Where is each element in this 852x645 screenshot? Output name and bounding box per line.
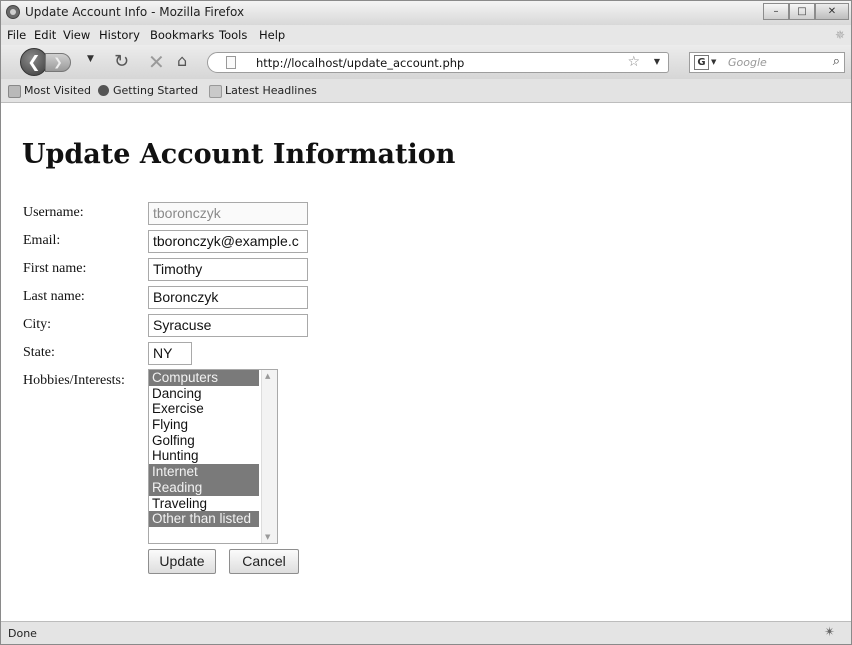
bookmarks-toolbar: Most Visited Getting Started Latest Head… bbox=[1, 79, 851, 103]
browser-window: Update Account Info - Mozilla Firefox – … bbox=[0, 0, 852, 645]
navigation-toolbar: ❮ ❯ ▼ ↻ ✕ ⌂ http://localhost/update_acco… bbox=[1, 45, 851, 79]
hobby-option[interactable]: Dancing bbox=[149, 386, 259, 402]
minimize-button[interactable]: – bbox=[763, 3, 789, 20]
search-engine-dropdown-icon[interactable]: ▼ bbox=[711, 58, 716, 66]
last-name-field[interactable]: Boronczyk bbox=[148, 286, 308, 309]
window-title: Update Account Info - Mozilla Firefox bbox=[25, 5, 245, 19]
hobby-option[interactable]: Flying bbox=[149, 417, 259, 433]
hobby-option[interactable]: Internet bbox=[149, 464, 259, 480]
stop-icon[interactable]: ✕ bbox=[148, 50, 165, 74]
city-field[interactable]: Syracuse bbox=[148, 314, 308, 337]
menu-bookmarks[interactable]: Bookmarks bbox=[150, 28, 214, 42]
most-visited-icon bbox=[8, 85, 21, 98]
search-engine-icon[interactable]: G bbox=[694, 55, 709, 70]
first-name-label: First name: bbox=[23, 261, 87, 276]
bookmark-star-icon[interactable]: ☆ bbox=[627, 54, 640, 70]
city-label: City: bbox=[23, 317, 52, 332]
hobby-option[interactable]: Computers bbox=[149, 370, 259, 386]
menu-edit[interactable]: Edit bbox=[34, 28, 56, 42]
page-title: Update Account Information bbox=[22, 139, 456, 170]
close-button[interactable]: ✕ bbox=[815, 3, 849, 20]
first-name-field[interactable]: Timothy bbox=[148, 258, 308, 281]
window-controls: – □ ✕ bbox=[763, 3, 849, 20]
forward-button[interactable]: ❯ bbox=[45, 53, 71, 72]
title-bar: Update Account Info - Mozilla Firefox – … bbox=[1, 1, 851, 25]
menu-tools[interactable]: Tools bbox=[219, 28, 247, 42]
back-button[interactable]: ❮ bbox=[20, 48, 48, 76]
menu-help[interactable]: Help bbox=[259, 28, 285, 42]
search-bar[interactable]: G ▼ Google ⌕ bbox=[689, 52, 845, 73]
hobby-option[interactable]: Traveling bbox=[149, 496, 259, 512]
status-text: Done bbox=[8, 627, 37, 640]
firefox-bookmark-icon bbox=[98, 85, 109, 96]
email-field[interactable]: tboronczyk@example.c bbox=[148, 230, 308, 253]
status-bar: Done ✴ bbox=[1, 621, 851, 644]
hobby-option[interactable]: Other than listed bbox=[149, 511, 259, 527]
bookmark-latest-headlines[interactable]: Latest Headlines bbox=[225, 84, 317, 97]
hobby-option[interactable]: Hunting bbox=[149, 448, 259, 464]
state-field[interactable]: NY bbox=[148, 342, 192, 365]
firefox-icon bbox=[6, 5, 20, 19]
status-activity-icon: ✴ bbox=[824, 625, 835, 640]
reload-icon[interactable]: ↻ bbox=[114, 51, 129, 72]
scroll-down-icon[interactable]: ▼ bbox=[265, 533, 270, 541]
hobbies-label: Hobbies/Interests: bbox=[23, 373, 125, 388]
menu-bar: File Edit View History Bookmarks Tools H… bbox=[1, 25, 851, 45]
maximize-button[interactable]: □ bbox=[789, 3, 815, 20]
state-label: State: bbox=[23, 345, 55, 360]
email-label: Email: bbox=[23, 233, 61, 248]
hobby-option[interactable]: Exercise bbox=[149, 401, 259, 417]
address-dropdown-icon[interactable]: ▼ bbox=[654, 57, 660, 66]
last-name-label: Last name: bbox=[23, 289, 85, 304]
hobby-option[interactable]: Reading bbox=[149, 479, 259, 496]
page-content: Update Account Information Username: tbo… bbox=[1, 103, 851, 621]
hobby-option[interactable]: Golfing bbox=[149, 433, 259, 449]
history-dropdown-icon[interactable]: ▼ bbox=[87, 54, 94, 64]
rss-feed-icon bbox=[209, 85, 222, 98]
home-icon[interactable]: ⌂ bbox=[177, 51, 187, 70]
search-input[interactable]: Google bbox=[728, 56, 767, 69]
address-bar[interactable]: http://localhost/update_account.php ☆ ▼ bbox=[207, 52, 669, 73]
hobbies-select[interactable]: Computers Dancing Exercise Flying Golfing Hun… bbox=[148, 369, 278, 544]
menu-view[interactable]: View bbox=[63, 28, 90, 42]
search-icon[interactable]: ⌕ bbox=[833, 54, 840, 69]
username-label: Username: bbox=[23, 205, 84, 220]
username-field: tboronczyk bbox=[148, 202, 308, 225]
bookmark-most-visited[interactable]: Most Visited bbox=[24, 84, 91, 97]
update-button[interactable]: Update bbox=[148, 549, 216, 574]
hobbies-options: Computers Dancing Exercise Flying Golfing Hun… bbox=[149, 370, 277, 527]
hobbies-scrollbar[interactable]: ▲ ▼ bbox=[261, 370, 277, 543]
page-icon bbox=[226, 56, 236, 69]
activity-throbber-icon: ✵ bbox=[834, 28, 845, 42]
scroll-up-icon[interactable]: ▲ bbox=[265, 372, 270, 380]
address-text[interactable]: http://localhost/update_account.php bbox=[256, 56, 464, 70]
cancel-button[interactable]: Cancel bbox=[229, 549, 299, 574]
menu-history[interactable]: History bbox=[99, 28, 140, 42]
menu-file[interactable]: File bbox=[7, 28, 26, 42]
bookmark-getting-started[interactable]: Getting Started bbox=[113, 84, 198, 97]
